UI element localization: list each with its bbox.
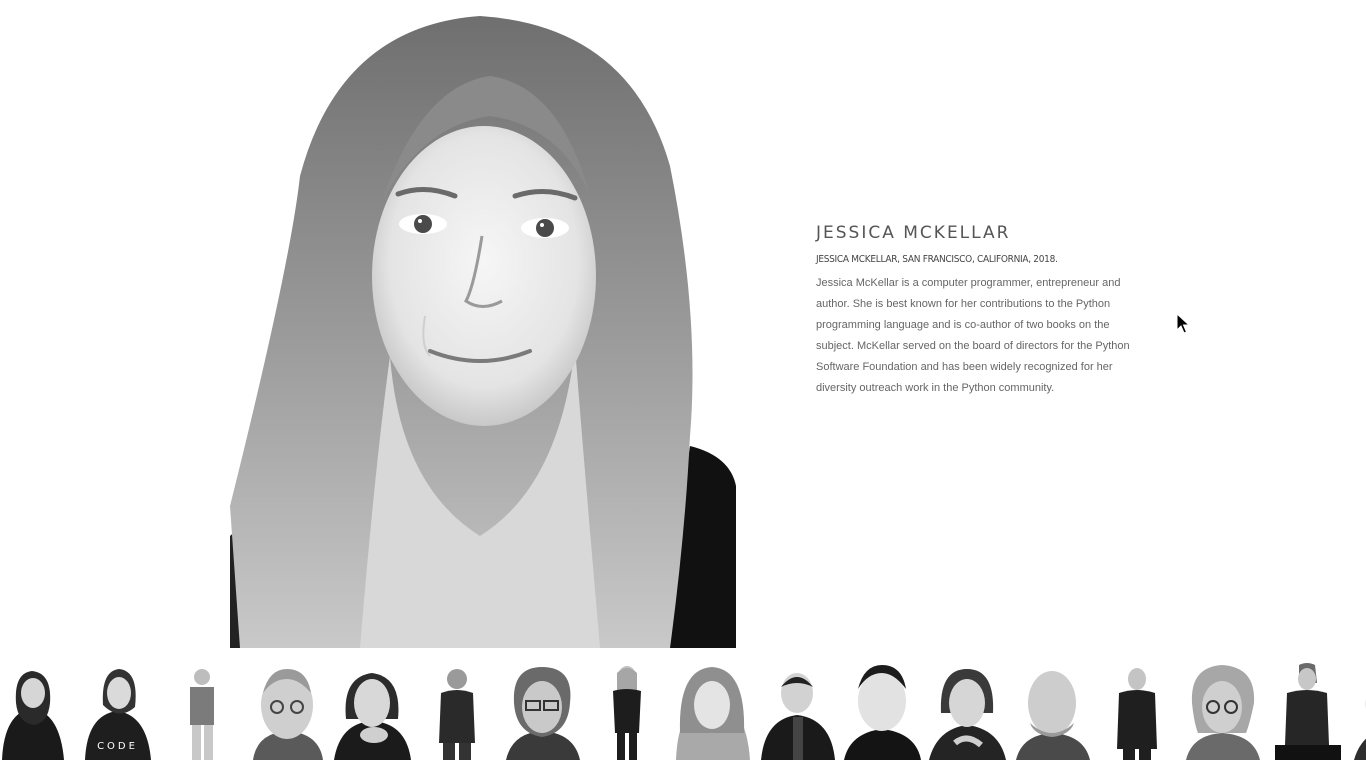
portrait-thumbnail[interactable] (1184, 663, 1261, 760)
portrait-thumbnail[interactable] (1269, 663, 1346, 760)
person-description: Jessica McKellar is a computer programme… (816, 277, 1130, 394)
portrait-thumbnail[interactable] (334, 663, 411, 760)
portrait-thumbnail[interactable] (1014, 663, 1091, 760)
person-name: JESSICA MCKELLAR (816, 223, 1011, 243)
portrait-thumbnail[interactable] (844, 663, 921, 760)
portrait-thumbnail[interactable] (589, 663, 666, 760)
arrow-cursor-icon (1176, 313, 1190, 334)
bio-panel: JESSICA MCKELLAR JESSICA MCKELLAR, SAN F… (816, 222, 1146, 399)
portrait-thumbnail[interactable]: CODE (79, 663, 156, 760)
portrait-thumbnail[interactable] (674, 663, 751, 760)
shirt-text: CODE (97, 741, 138, 752)
portrait-thumbnail[interactable] (759, 663, 836, 760)
portrait-thumbnail[interactable] (504, 663, 581, 760)
portrait-thumbnail[interactable] (1354, 663, 1366, 760)
portrait-thumbnail[interactable] (0, 663, 71, 760)
portrait-thumbnail[interactable] (1099, 663, 1176, 760)
photo-caption: JESSICA MCKELLAR, SAN FRANCISCO, CALIFOR… (816, 254, 1058, 265)
portrait-thumbnail[interactable] (929, 663, 1006, 760)
portrait-thumbnail[interactable] (164, 663, 241, 760)
portrait-thumbnail[interactable] (249, 663, 326, 760)
featured-portrait-image (230, 16, 736, 648)
portrait-thumbnail[interactable] (419, 663, 496, 760)
portrait-thumbnail-strip: CODE (0, 663, 1366, 760)
page: JESSICA MCKELLAR JESSICA MCKELLAR, SAN F… (0, 0, 1366, 768)
